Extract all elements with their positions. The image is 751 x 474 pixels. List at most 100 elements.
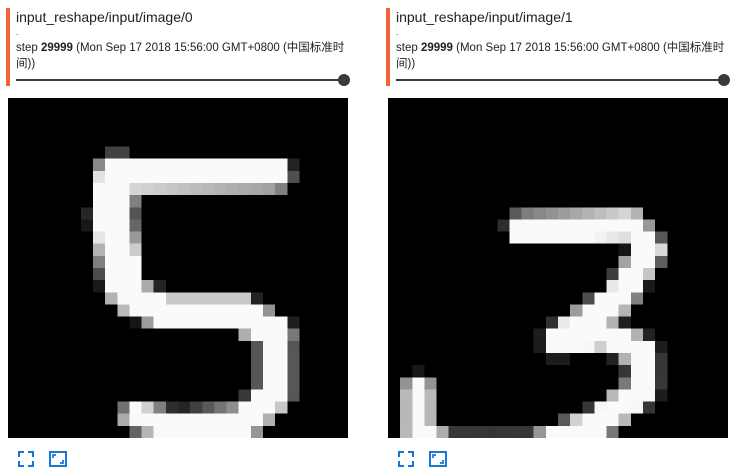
digit-pixel xyxy=(117,280,130,293)
digit-pixel xyxy=(606,207,619,220)
digit-pixel xyxy=(263,377,276,390)
digit-pixel xyxy=(226,158,239,171)
digit-pixel xyxy=(178,413,191,426)
digit-pixel xyxy=(570,231,583,244)
digit-pixel xyxy=(250,340,263,353)
slider-thumb[interactable] xyxy=(718,74,730,86)
digit-pixel xyxy=(412,377,425,390)
fit-image-button[interactable] xyxy=(428,449,448,469)
digit-pixel xyxy=(93,183,106,196)
digit-pixel xyxy=(129,268,142,281)
digit-pixel xyxy=(178,304,191,317)
digit-pixel xyxy=(558,425,571,438)
digit-pixel xyxy=(643,401,656,414)
digit-pixel xyxy=(655,389,668,402)
digit-pixel xyxy=(202,401,215,414)
digit-pixel xyxy=(630,268,643,281)
digit-pixel xyxy=(141,401,154,414)
digit-pixel xyxy=(117,304,130,317)
digit-pixel xyxy=(141,304,154,317)
digit-pixel xyxy=(250,353,263,366)
digit-pixel xyxy=(141,183,154,196)
image-display xyxy=(388,98,728,438)
digit-pixel xyxy=(582,328,595,341)
digit-pixel xyxy=(655,255,668,268)
digit-pixel xyxy=(238,316,251,329)
digit-pixel xyxy=(250,413,263,426)
slider-track[interactable] xyxy=(396,79,724,81)
digit-pixel xyxy=(178,183,191,196)
digit-pixel xyxy=(582,316,595,329)
digit-pixel xyxy=(558,219,571,232)
step-info: step 29999 (Mon Sep 17 2018 15:56:00 GMT… xyxy=(396,40,726,72)
slider-thumb[interactable] xyxy=(338,74,350,86)
digit-pixel xyxy=(105,268,118,281)
digit-pixel xyxy=(190,304,203,317)
digit-pixel xyxy=(558,353,571,366)
digit-pixel xyxy=(400,413,413,426)
digit-pixel xyxy=(606,292,619,305)
digit-pixel xyxy=(263,170,276,183)
digit-pixel xyxy=(153,401,166,414)
digit-pixel xyxy=(533,231,546,244)
digit-pixel xyxy=(263,353,276,366)
digit-pixel xyxy=(214,316,227,329)
slider-track[interactable] xyxy=(16,79,344,81)
digit-pixel xyxy=(214,401,227,414)
digit-pixel xyxy=(521,425,534,438)
step-slider[interactable] xyxy=(396,73,730,87)
digit-pixel xyxy=(412,413,425,426)
digit-pixel xyxy=(545,328,558,341)
digit-pixel xyxy=(263,401,276,414)
digit-pixel xyxy=(141,170,154,183)
digit-pixel xyxy=(643,328,656,341)
digit-pixel xyxy=(226,425,239,438)
digit-pixel xyxy=(238,425,251,438)
digit-pixel xyxy=(424,389,437,402)
digit-pixel xyxy=(460,425,473,438)
digit-pixel xyxy=(485,425,498,438)
digit-pixel xyxy=(497,425,510,438)
digit-pixel xyxy=(226,413,239,426)
digit-pixel xyxy=(618,377,631,390)
digit-pixel xyxy=(400,377,413,390)
step-slider[interactable] xyxy=(16,73,350,87)
digit-pixel xyxy=(630,328,643,341)
digit-pixel xyxy=(250,183,263,196)
digit-pixel xyxy=(630,255,643,268)
fit-image-button[interactable] xyxy=(48,449,68,469)
digit-pixel xyxy=(558,328,571,341)
digit-pixel xyxy=(606,353,619,366)
digit-pixel xyxy=(533,207,546,220)
digit-pixel xyxy=(250,292,263,305)
digit-pixel xyxy=(618,231,631,244)
digit-pixel xyxy=(117,255,130,268)
digit-pixel xyxy=(582,425,595,438)
digit-pixel xyxy=(226,292,239,305)
digit-pixel xyxy=(424,413,437,426)
digit-pixel xyxy=(165,158,178,171)
digit-pixel xyxy=(93,255,106,268)
digit-pixel xyxy=(582,292,595,305)
digit-pixel xyxy=(582,219,595,232)
digit-pixel xyxy=(618,316,631,329)
digit-pixel xyxy=(238,401,251,414)
fullscreen-icon xyxy=(398,451,414,467)
digit-pixel xyxy=(618,280,631,293)
digit-pixel xyxy=(250,389,263,402)
digit-pixel xyxy=(655,353,668,366)
fullscreen-button[interactable] xyxy=(396,449,416,469)
image-display xyxy=(8,98,348,438)
digit-pixel xyxy=(533,219,546,232)
digit-pixel xyxy=(190,170,203,183)
digit-pixel xyxy=(545,425,558,438)
digit-pixel xyxy=(594,304,607,317)
digit-pixel xyxy=(190,401,203,414)
digit-pixel xyxy=(226,401,239,414)
digit-pixel xyxy=(129,207,142,220)
digit-pixel xyxy=(275,340,288,353)
digit-pixel xyxy=(202,183,215,196)
digit-pixel xyxy=(214,292,227,305)
fullscreen-button[interactable] xyxy=(16,449,36,469)
digit-image xyxy=(80,146,300,438)
